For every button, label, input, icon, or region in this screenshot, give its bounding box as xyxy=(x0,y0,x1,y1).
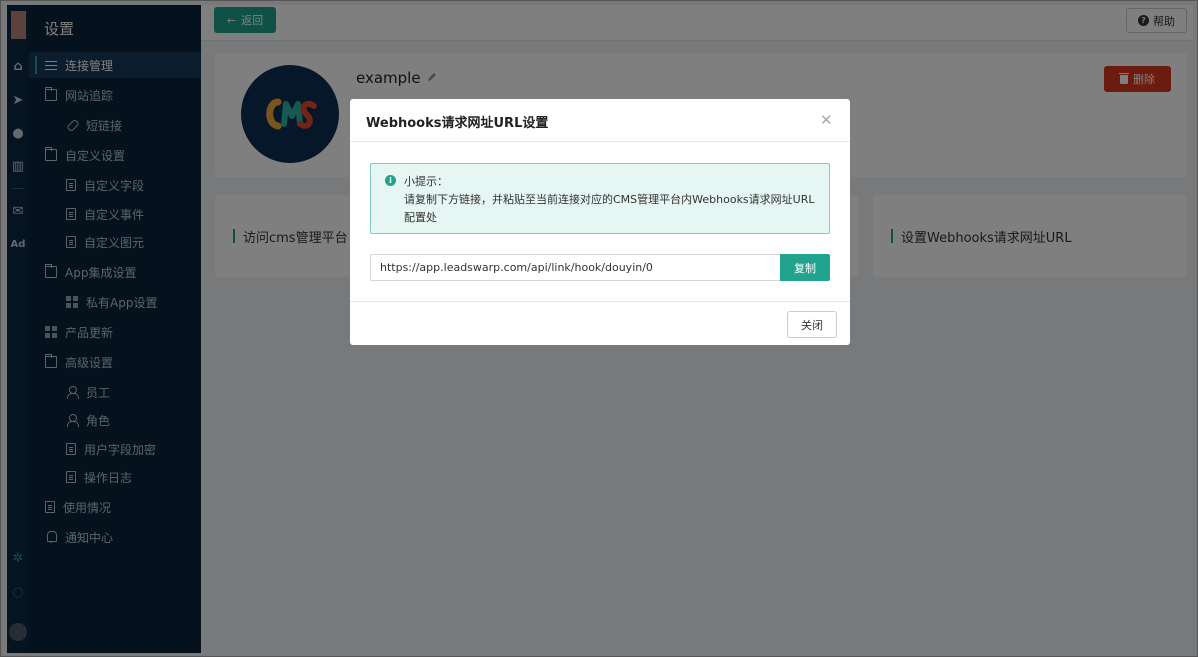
close-button[interactable]: 关闭 xyxy=(787,311,837,338)
close-icon[interactable]: ✕ xyxy=(820,111,833,129)
tip-title: 小提示： xyxy=(404,175,448,188)
dialog-title: Webhooks请求网址URL设置 xyxy=(366,116,549,131)
dialog-footer: 关闭 xyxy=(350,301,850,345)
webhook-url-dialog: Webhooks请求网址URL设置 ✕ i 小提示： 请复制下方链接，并粘贴至当… xyxy=(350,99,850,345)
tip-body: 请复制下方链接，并粘贴至当前连接对应的CMS管理平台内Webhooks请求网址U… xyxy=(404,193,815,224)
tip-alert: i 小提示： 请复制下方链接，并粘贴至当前连接对应的CMS管理平台内Webhoo… xyxy=(370,163,830,234)
info-icon: i xyxy=(385,175,396,186)
webhook-url-field[interactable]: https://app.leadswarp.com/api/link/hook/… xyxy=(370,254,781,281)
copy-button[interactable]: 复制 xyxy=(780,254,830,281)
dialog-header: Webhooks请求网址URL设置 ✕ xyxy=(350,99,850,142)
